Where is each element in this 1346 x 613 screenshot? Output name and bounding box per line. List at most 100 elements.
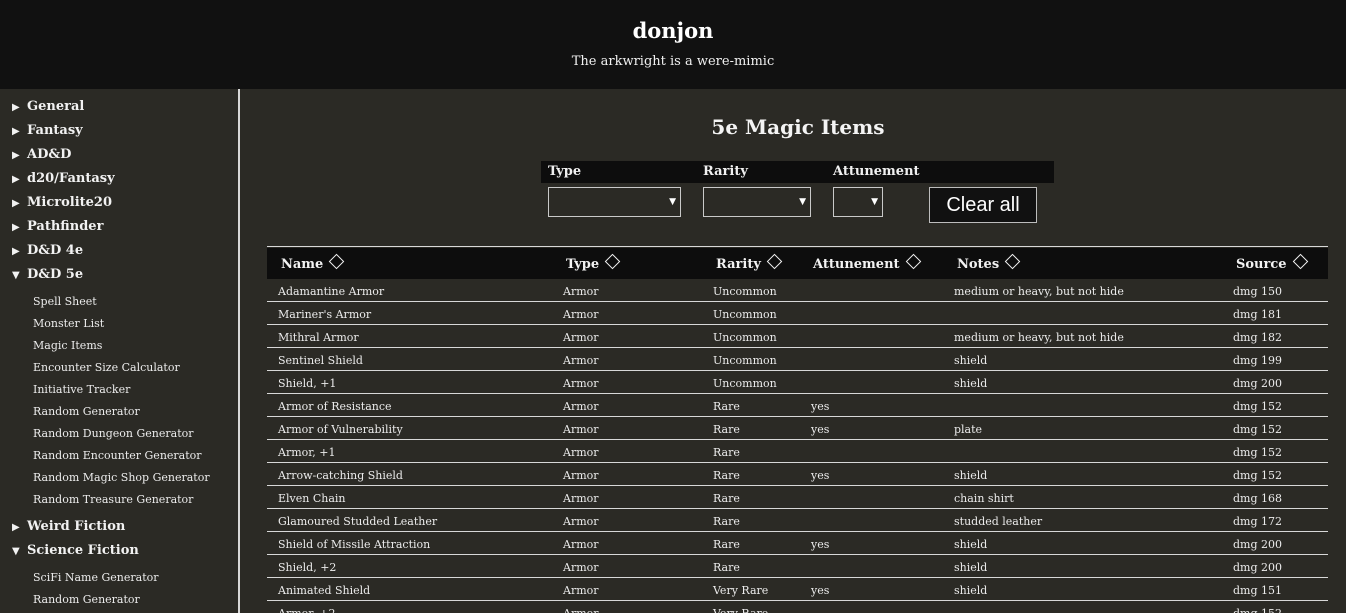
column-header-label: Rarity bbox=[716, 257, 761, 272]
table-row[interactable]: Sentinel Shield Armor Uncommon shield dmg 19… bbox=[267, 348, 1328, 371]
sidebar-subitem[interactable]: Random Treasure Generator bbox=[33, 493, 193, 506]
sidebar-category[interactable]: ▶ AD&D bbox=[12, 147, 71, 162]
column-header[interactable]: Attunement bbox=[813, 253, 921, 272]
sidebar-category[interactable]: ▶ D&D 4e bbox=[12, 243, 83, 258]
filter-label-type: Type bbox=[548, 164, 582, 179]
collapsed-triangle-icon: ▶ bbox=[12, 126, 20, 137]
sidebar-category-label: Pathfinder bbox=[27, 219, 104, 234]
column-header[interactable]: Rarity bbox=[716, 253, 783, 272]
source-cell: dmg 182 bbox=[1233, 331, 1283, 344]
sort-icon bbox=[604, 253, 621, 270]
sidebar-subitem[interactable]: SciFi Name Generator bbox=[33, 571, 159, 584]
sort-icon bbox=[905, 253, 921, 270]
rarity-select[interactable]: ▼ bbox=[703, 187, 811, 217]
sidebar-category[interactable]: ▶ Fantasy bbox=[12, 123, 83, 138]
sidebar-subitem[interactable]: Initiative Tracker bbox=[33, 383, 130, 396]
sidebar-category[interactable]: ▶ Pathfinder bbox=[12, 219, 103, 234]
table-row[interactable]: Mithral Armor Armor Uncommon medium or heav… bbox=[267, 325, 1328, 348]
table-row[interactable]: Armor, +2 Armor Very Rare dmg 152 bbox=[267, 601, 1328, 613]
sidebar-subitem[interactable]: Encounter Size Calculator bbox=[33, 361, 180, 374]
sidebar-subitem[interactable]: Spell Sheet bbox=[33, 295, 97, 308]
table-header: Name Type Rarity Attunement Notes Source bbox=[267, 248, 1328, 279]
sidebar-category[interactable]: ▶ d20/Fantasy bbox=[12, 171, 115, 186]
sidebar-subitem[interactable]: Monster List bbox=[33, 317, 104, 330]
rarity-cell: Very Rare bbox=[713, 607, 768, 613]
type-cell: Armor bbox=[563, 423, 599, 436]
notes-cell: shield bbox=[954, 538, 988, 551]
sidebar-subitem[interactable]: Magic Items bbox=[33, 339, 102, 352]
table-row[interactable]: Armor of Resistance Armor Rare yes dmg 152 bbox=[267, 394, 1328, 417]
table-row[interactable]: Mariner's Armor Armor Uncommon dmg 181 bbox=[267, 302, 1328, 325]
type-cell: Armor bbox=[563, 400, 599, 413]
rarity-cell: Rare bbox=[713, 423, 740, 436]
table-row[interactable]: Armor, +1 Armor Rare dmg 152 bbox=[267, 440, 1328, 463]
sidebar-subitem[interactable]: Random Generator bbox=[33, 593, 140, 606]
column-header-label: Type bbox=[566, 257, 600, 272]
type-cell: Armor bbox=[563, 377, 599, 390]
column-header-label: Attunement bbox=[813, 257, 900, 272]
table-row[interactable]: Adamantine Armor Armor Uncommon medium or h… bbox=[267, 279, 1328, 302]
sidebar-category-label: General bbox=[27, 99, 85, 114]
name-cell: Armor of Vulnerability bbox=[278, 423, 403, 436]
name-cell: Shield of Missile Attraction bbox=[278, 538, 431, 551]
chevron-down-icon: ▼ bbox=[799, 197, 806, 207]
table-row[interactable]: Shield of Missile Attraction Armor Rare yes… bbox=[267, 532, 1328, 555]
sidebar-category-label: d20/Fantasy bbox=[27, 171, 115, 186]
notes-cell: shield bbox=[954, 469, 988, 482]
type-cell: Armor bbox=[563, 492, 599, 505]
name-cell: Armor, +2 bbox=[278, 607, 336, 613]
column-header-label: Notes bbox=[957, 257, 1000, 272]
notes-cell: shield bbox=[954, 354, 988, 367]
table-row[interactable]: Shield, +2 Armor Rare shield dmg 200 bbox=[267, 555, 1328, 578]
type-cell: Armor bbox=[563, 538, 599, 551]
table-body: Adamantine Armor Armor Uncommon medium or h… bbox=[267, 279, 1328, 613]
source-cell: dmg 200 bbox=[1233, 561, 1283, 574]
table-row[interactable]: Glamoured Studded Leather Armor Rare studde… bbox=[267, 509, 1328, 532]
rarity-cell: Rare bbox=[713, 469, 740, 482]
table-row[interactable]: Shield, +1 Armor Uncommon shield dmg 200 bbox=[267, 371, 1328, 394]
sort-icon bbox=[1292, 253, 1308, 270]
rarity-cell: Rare bbox=[713, 446, 740, 459]
column-header[interactable]: Type bbox=[566, 253, 621, 272]
column-header[interactable]: Source bbox=[1236, 253, 1308, 272]
collapsed-triangle-icon: ▶ bbox=[12, 150, 20, 161]
table-row[interactable]: Arrow-catching Shield Armor Rare yes shield d… bbox=[267, 463, 1328, 486]
name-cell: Shield, +1 bbox=[278, 377, 337, 390]
sidebar-subitem[interactable]: Random Magic Shop Generator bbox=[33, 471, 210, 484]
source-cell: dmg 168 bbox=[1233, 492, 1283, 505]
type-select[interactable]: ▼ bbox=[548, 187, 681, 217]
source-cell: dmg 152 bbox=[1233, 469, 1283, 482]
attunement-cell: yes bbox=[811, 423, 830, 436]
type-cell: Armor bbox=[563, 515, 599, 528]
notes-cell: plate bbox=[954, 423, 983, 436]
sidebar-nav: ▶ General ▶ Fantasy ▶ AD&D ▶ d20/Fantasy ▶ Microl… bbox=[0, 89, 240, 613]
table-row[interactable]: Armor of Vulnerability Armor Rare yes plate d… bbox=[267, 417, 1328, 440]
sidebar-category[interactable]: ▼ Science Fiction bbox=[12, 543, 139, 558]
sidebar-category-label: Weird Fiction bbox=[27, 519, 126, 534]
table-row[interactable]: Elven Chain Armor Rare chain shirt dmg 168 bbox=[267, 486, 1328, 509]
column-header[interactable]: Notes bbox=[957, 253, 1021, 272]
sidebar-subitem[interactable]: Random Generator bbox=[33, 405, 140, 418]
name-cell: Armor of Resistance bbox=[278, 400, 392, 413]
attunement-select[interactable]: ▼ bbox=[833, 187, 883, 217]
sidebar-category[interactable]: ▶ Weird Fiction bbox=[12, 519, 125, 534]
source-cell: dmg 150 bbox=[1233, 285, 1283, 298]
sidebar-category[interactable]: ▼ D&D 5e bbox=[12, 267, 83, 282]
rarity-cell: Uncommon bbox=[713, 285, 777, 298]
name-cell: Arrow-catching Shield bbox=[278, 469, 403, 482]
name-cell: Adamantine Armor bbox=[278, 285, 385, 298]
sidebar-subitem[interactable]: Random Encounter Generator bbox=[33, 449, 202, 462]
sidebar-category[interactable]: ▶ General bbox=[12, 99, 84, 114]
name-cell: Armor, +1 bbox=[278, 446, 336, 459]
source-cell: dmg 152 bbox=[1233, 446, 1283, 459]
table-row[interactable]: Animated Shield Armor Very Rare yes shield dm… bbox=[267, 578, 1328, 601]
type-cell: Armor bbox=[563, 469, 599, 482]
sidebar-subitem[interactable]: Random Dungeon Generator bbox=[33, 427, 194, 440]
column-header[interactable]: Name bbox=[281, 253, 345, 272]
source-cell: dmg 152 bbox=[1233, 400, 1283, 413]
filter-label-attunement: Attunement bbox=[833, 164, 920, 179]
type-cell: Armor bbox=[563, 354, 599, 367]
site-title[interactable]: donjon bbox=[0, 18, 1346, 43]
sidebar-category[interactable]: ▶ Microlite20 bbox=[12, 195, 112, 210]
clear-all-button[interactable]: Clear all bbox=[929, 187, 1037, 223]
